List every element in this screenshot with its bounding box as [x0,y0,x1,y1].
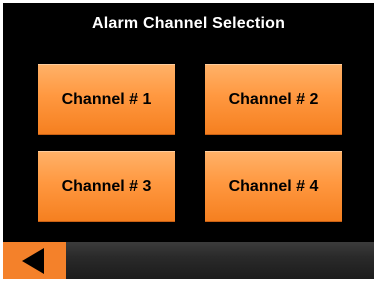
channel-2-button[interactable]: Channel # 2 [205,64,342,135]
page-title: Alarm Channel Selection [91,15,286,32]
channel-1-button[interactable]: Channel # 1 [38,64,175,135]
back-button[interactable] [3,242,66,279]
alarm-channel-selection-screen: Alarm Channel Selection Channel # 1 Chan… [3,3,374,279]
channel-3-button[interactable]: Channel # 3 [38,151,175,222]
left-triangle-icon [21,247,44,274]
bottom-nav-bar [3,242,374,279]
channel-4-button[interactable]: Channel # 4 [205,151,342,222]
